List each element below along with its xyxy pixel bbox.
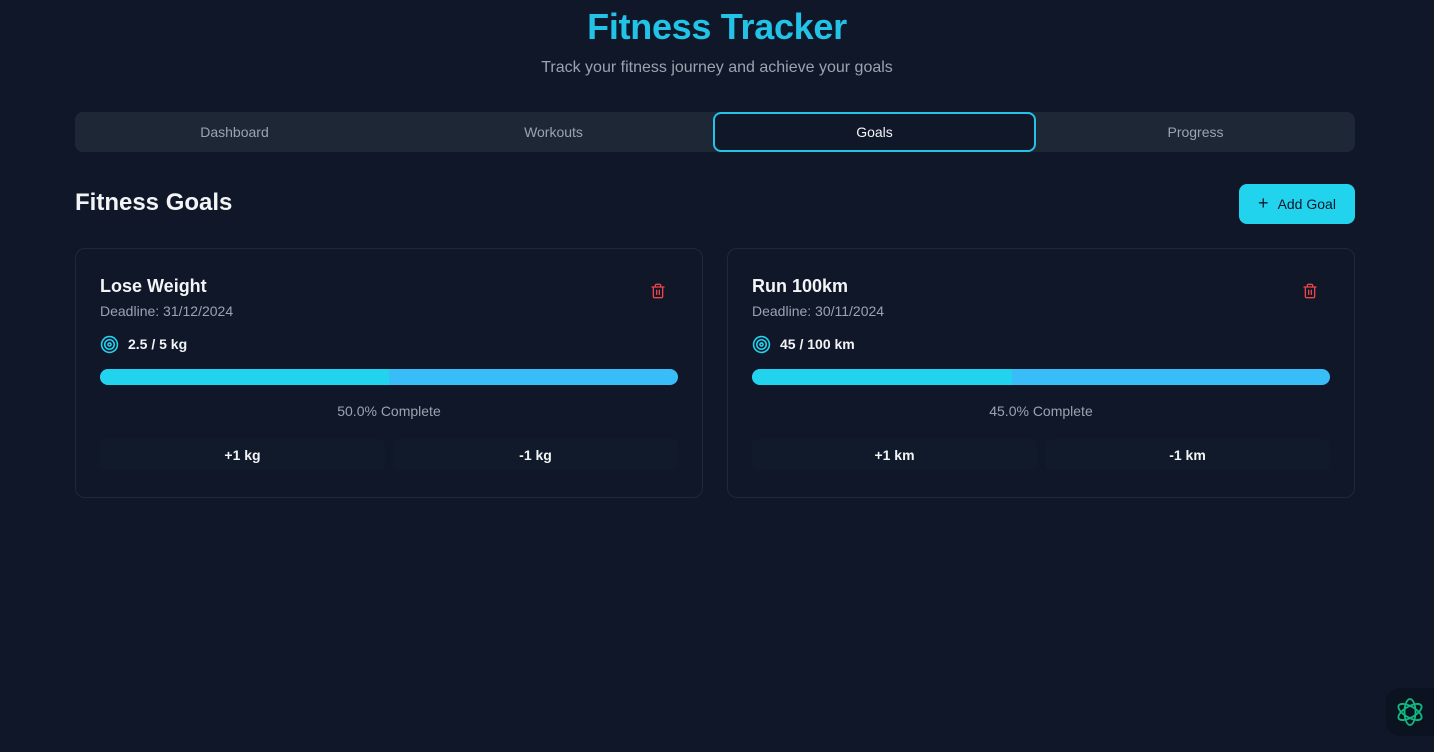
app-title: Fitness Tracker — [587, 6, 847, 47]
increment-button[interactable]: +1 kg — [100, 439, 385, 471]
goal-card: Run 100km Deadline: 30/11/2024 45 / 100 … — [727, 248, 1355, 498]
tab-progress[interactable]: Progress — [1036, 112, 1355, 152]
add-goal-label: Add Goal — [1277, 196, 1336, 212]
goal-complete-text: 50.0% Complete — [337, 403, 441, 419]
goal-progress-text: 2.5 / 5 kg — [128, 336, 188, 352]
tab-dashboard[interactable]: Dashboard — [75, 112, 394, 152]
goal-progress-fill — [752, 369, 1013, 385]
tab-bar: Dashboard Workouts Goals Progress — [75, 112, 1355, 152]
page: Fitness Tracker Track your fitness journ… — [0, 0, 1434, 752]
goal-complete-text: 45.0% Complete — [989, 403, 1093, 419]
increment-button[interactable]: +1 km — [752, 439, 1037, 471]
goal-deadline: Deadline: 30/11/2024 — [752, 303, 885, 319]
tab-goals[interactable]: Goals — [713, 112, 1036, 152]
add-goal-button[interactable]: + Add Goal — [1239, 184, 1355, 224]
goal-card: Lose Weight Deadline: 31/12/2024 2.5 / 5… — [75, 248, 703, 498]
section-title: Fitness Goals — [75, 189, 233, 216]
tab-workouts[interactable]: Workouts — [394, 112, 713, 152]
goal-deadline: Deadline: 31/12/2024 — [100, 303, 234, 319]
plus-icon: + — [1258, 193, 1269, 213]
goal-progress-fill — [100, 369, 389, 385]
goal-progress-bar — [752, 369, 1330, 385]
goal-progress-text: 45 / 100 km — [780, 336, 855, 352]
goal-progress-row: 2.5 / 5 kg — [100, 334, 187, 354]
trash-icon[interactable] — [1302, 283, 1318, 299]
openai-logo-icon — [1397, 698, 1423, 726]
trash-icon[interactable] — [650, 283, 666, 299]
goal-title: Lose Weight — [100, 276, 207, 296]
goal-adjust-buttons: +1 kg -1 kg — [100, 439, 678, 471]
app-subtitle: Track your fitness journey and achieve y… — [541, 59, 893, 76]
assistant-launcher[interactable] — [1386, 688, 1434, 736]
target-icon — [100, 335, 119, 353]
decrement-button[interactable]: -1 kg — [393, 439, 678, 471]
goal-adjust-buttons: +1 km -1 km — [752, 439, 1330, 471]
goal-progress-row: 45 / 100 km — [752, 334, 855, 354]
goal-title: Run 100km — [752, 276, 849, 296]
target-icon — [752, 335, 771, 353]
decrement-button[interactable]: -1 km — [1045, 439, 1330, 471]
goal-progress-bar — [100, 369, 678, 385]
